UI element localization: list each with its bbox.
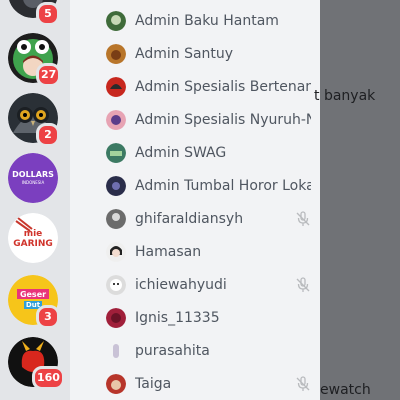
member-avatar bbox=[106, 275, 126, 295]
chat-text-fragment: t banyak bbox=[314, 88, 376, 104]
server-rail: 5 27 2 DOLLARS INDONESIA mie GARING Gese… bbox=[0, 0, 70, 400]
member-avatar bbox=[106, 242, 126, 262]
member-avatar bbox=[106, 209, 126, 229]
unread-badge: 3 bbox=[36, 305, 60, 329]
member-avatar bbox=[106, 110, 126, 130]
chat-overlay[interactable]: t banyak ewatch bbox=[314, 0, 400, 400]
server-label: Geser bbox=[19, 290, 47, 299]
member-name: Ignis_11335 bbox=[135, 310, 220, 326]
server-label: GARING bbox=[13, 239, 53, 249]
member-row[interactable]: ghifaraldiansyh bbox=[70, 203, 320, 235]
member-row[interactable]: Admin Tumbal Horor Lokal bbox=[70, 170, 320, 202]
server-label: DOLLARS bbox=[12, 170, 54, 179]
server-label: mie bbox=[23, 229, 43, 239]
member-row[interactable]: Admin SWAG bbox=[70, 137, 320, 169]
member-row[interactable]: ichiewahyudi bbox=[70, 269, 320, 301]
member-name: ghifaraldiansyh bbox=[135, 211, 244, 227]
member-row[interactable]: Ignis_11335 bbox=[70, 302, 320, 334]
member-name: purasahita bbox=[135, 343, 210, 359]
member-name: Admin Tumbal Horor Lokal bbox=[135, 178, 311, 194]
server-icon-dollars[interactable]: DOLLARS INDONESIA bbox=[8, 153, 58, 203]
member-avatar bbox=[106, 143, 126, 163]
chat-text-fragment: ewatch bbox=[320, 382, 371, 398]
member-list: Admin Baku Hantam Admin Santuy Admin Spe… bbox=[70, 0, 320, 400]
muted-microphone-icon bbox=[296, 376, 310, 391]
member-avatar bbox=[106, 176, 126, 196]
unread-badge: 27 bbox=[36, 63, 62, 87]
member-row[interactable]: Taiga bbox=[70, 368, 320, 400]
member-name: Admin Baku Hantam bbox=[135, 13, 279, 29]
unread-badge: 5 bbox=[36, 2, 60, 26]
member-row[interactable]: Admin Spesialis Nyuruh-N… bbox=[70, 104, 320, 136]
member-avatar bbox=[106, 77, 126, 97]
member-name: Taiga bbox=[135, 376, 172, 392]
member-avatar bbox=[106, 44, 126, 64]
member-name: ichiewahyudi bbox=[135, 277, 227, 293]
server-icon-mie-garing[interactable]: mie GARING bbox=[8, 213, 58, 263]
member-name: Admin SWAG bbox=[135, 145, 227, 161]
member-name: Admin Spesialis Nyuruh-N… bbox=[135, 112, 311, 128]
muted-microphone-icon bbox=[296, 277, 310, 292]
muted-microphone-icon bbox=[296, 211, 310, 226]
member-avatar bbox=[106, 341, 126, 361]
member-row[interactable]: Admin Santuy bbox=[70, 38, 320, 70]
member-name: Admin Santuy bbox=[135, 46, 234, 62]
member-avatar bbox=[106, 374, 126, 394]
member-name: Admin Spesialis Bertenang bbox=[135, 79, 311, 95]
member-row[interactable]: purasahita bbox=[70, 335, 320, 367]
unread-badge: 2 bbox=[36, 123, 60, 147]
member-avatar bbox=[106, 11, 126, 31]
member-row[interactable]: Admin Baku Hantam bbox=[70, 5, 320, 37]
member-avatar bbox=[106, 308, 126, 328]
unread-badge: 160 bbox=[32, 366, 65, 390]
member-row[interactable]: Admin Spesialis Bertenang bbox=[70, 71, 320, 103]
member-name: Hamasan bbox=[135, 244, 202, 260]
server-sublabel: INDONESIA bbox=[21, 180, 45, 185]
member-row[interactable]: Hamasan bbox=[70, 236, 320, 268]
